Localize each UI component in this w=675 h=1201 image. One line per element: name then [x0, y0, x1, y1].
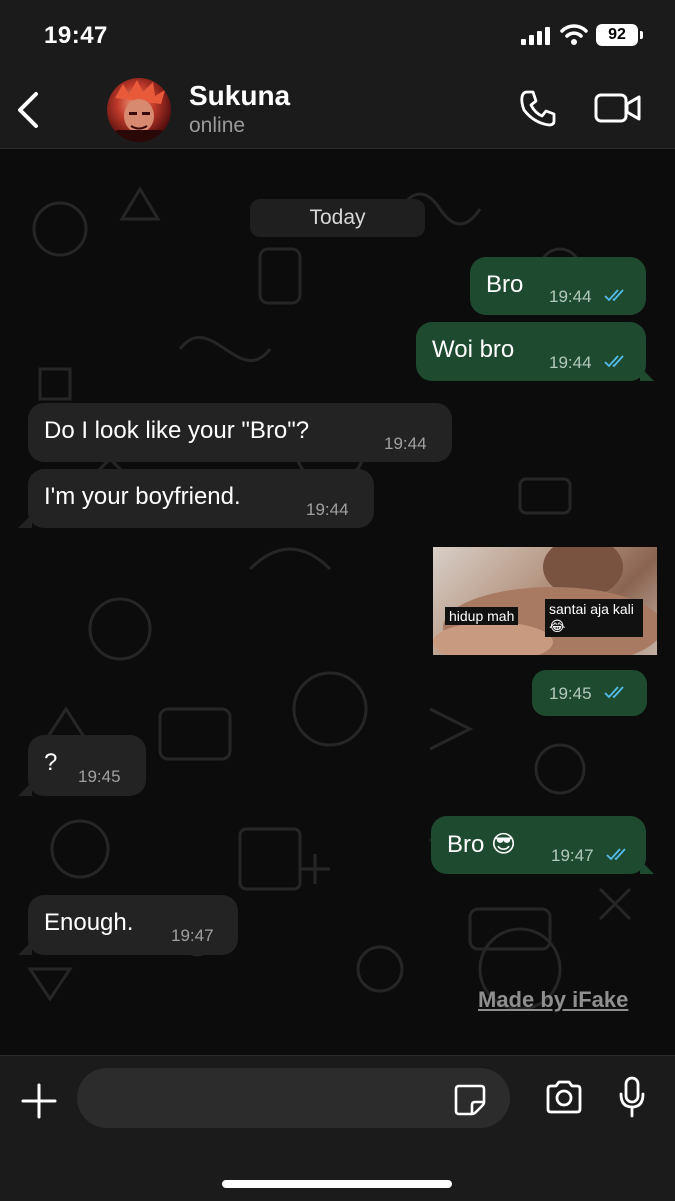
- date-separator: Today: [250, 199, 425, 237]
- phone-call-icon[interactable]: [518, 88, 558, 128]
- wifi-icon: [560, 24, 588, 45]
- home-indicator: [222, 1180, 452, 1188]
- battery-indicator: 92: [596, 24, 643, 46]
- sticker-image[interactable]: hidup mah santai aja kali😂: [433, 547, 657, 655]
- message-input-container[interactable]: [77, 1068, 510, 1130]
- message-bubble-incoming[interactable]: Do I look like your "Bro"? 19:44: [28, 403, 452, 462]
- message-time: 19:44: [384, 434, 427, 453]
- message-text: Enough.: [44, 909, 134, 936]
- message-bubble-incoming[interactable]: I'm your boyfriend. 19:44: [28, 469, 374, 528]
- message-input[interactable]: [97, 1068, 451, 1130]
- message-bubble-outgoing[interactable]: Bro 19:44: [470, 257, 646, 315]
- avatar-image: [107, 80, 171, 142]
- chat-area[interactable]: Today Bro 19:44 Woi bro 19:44 Do I look …: [0, 149, 675, 1055]
- message-text: Bro 😎: [447, 831, 517, 858]
- contact-status: online: [189, 114, 246, 137]
- plus-icon[interactable]: [20, 1082, 58, 1120]
- message-time: 19:44: [306, 500, 349, 519]
- message-time-pill: 19:45: [532, 670, 647, 716]
- message-text: ?: [44, 749, 58, 776]
- message-bubble-outgoing[interactable]: Woi bro 19:44: [416, 322, 646, 381]
- video-call-icon[interactable]: [594, 92, 642, 124]
- microphone-icon[interactable]: [618, 1076, 646, 1118]
- read-ticks-icon: [606, 848, 626, 861]
- read-ticks-icon: [604, 355, 624, 368]
- message-time: 19:44: [549, 287, 592, 306]
- message-time: 19:44: [549, 353, 592, 372]
- camera-icon[interactable]: [544, 1080, 584, 1114]
- message-time: 19:47: [171, 926, 214, 945]
- message-time: 19:47: [551, 846, 594, 865]
- message-bubble-incoming[interactable]: Enough. 19:47: [28, 895, 238, 955]
- signal-icon: [521, 27, 553, 45]
- watermark-link[interactable]: Made by iFake: [478, 987, 628, 1013]
- message-text: Do I look like your "Bro"?: [44, 417, 310, 444]
- message-text: I'm your boyfriend.: [44, 483, 241, 510]
- back-arrow-icon[interactable]: [14, 90, 44, 130]
- message-composer: [0, 1055, 675, 1201]
- chat-header: 19:47 92 Sukuna online: [0, 0, 675, 149]
- message-time: 19:45: [549, 684, 592, 703]
- message-text: Bro: [486, 271, 524, 298]
- sticker-caption: hidup mah: [445, 607, 519, 625]
- sticker-caption: santai aja kali😂: [545, 599, 643, 637]
- read-ticks-icon: [604, 686, 624, 699]
- status-time: 19:47: [44, 22, 108, 49]
- read-ticks-icon: [604, 289, 624, 302]
- contact-name[interactable]: Sukuna: [189, 80, 290, 112]
- sticker-icon[interactable]: [453, 1083, 487, 1117]
- contact-avatar[interactable]: [107, 78, 171, 142]
- message-time: 19:45: [78, 767, 121, 786]
- message-bubble-outgoing[interactable]: Bro 😎 19:47: [431, 816, 646, 874]
- message-bubble-incoming[interactable]: ? 19:45: [28, 735, 146, 796]
- message-text: Woi bro: [432, 336, 515, 363]
